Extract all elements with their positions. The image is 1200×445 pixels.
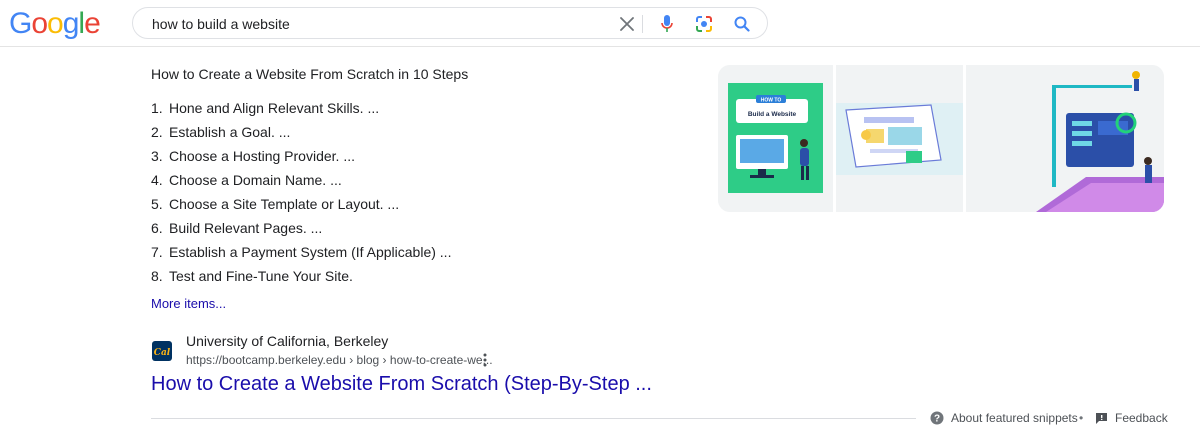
- result-site-name[interactable]: University of California, Berkeley: [186, 333, 388, 349]
- step-number: 5.: [151, 196, 163, 212]
- step-number: 7.: [151, 244, 163, 260]
- search-box[interactable]: how to build a website: [132, 7, 768, 39]
- search-divider: [642, 15, 643, 33]
- result-title-link[interactable]: How to Create a Website From Scratch (St…: [151, 373, 652, 396]
- step-text: Choose a Domain Name. ...: [169, 172, 342, 188]
- image-thumbnail-wireframe[interactable]: [836, 65, 963, 212]
- feedback-link[interactable]: Feedback: [1095, 411, 1168, 425]
- search-header: Google how to build a website: [0, 0, 1200, 47]
- search-icon[interactable]: [732, 14, 752, 34]
- mic-icon[interactable]: [657, 14, 677, 34]
- google-lens-icon[interactable]: [694, 14, 714, 34]
- about-featured-snippets-link[interactable]: ? About featured snippets: [930, 411, 1078, 425]
- step-number: 4.: [151, 172, 163, 188]
- snippet-images: HOW TO Build a Website: [718, 65, 1164, 212]
- image-caption: Build a Website: [748, 111, 797, 118]
- search-input[interactable]: how to build a website: [152, 16, 290, 32]
- more-items-link[interactable]: More items...: [151, 296, 226, 311]
- google-logo[interactable]: Google: [9, 7, 101, 40]
- step-number: 8.: [151, 268, 163, 284]
- list-item: 6. Build Relevant Pages. ...: [151, 216, 451, 240]
- list-item: 4. Choose a Domain Name. ...: [151, 168, 451, 192]
- list-item: 1. Hone and Align Relevant Skills. ...: [151, 96, 451, 120]
- help-icon: ?: [930, 411, 944, 425]
- feedback-label: Feedback: [1115, 411, 1168, 425]
- step-text: Choose a Hosting Provider. ...: [169, 148, 355, 164]
- step-number: 6.: [151, 220, 163, 236]
- steps-list: 1. Hone and Align Relevant Skills. ... 2.…: [151, 96, 451, 288]
- logo-letter: o: [31, 7, 48, 40]
- feedback-icon: [1096, 412, 1107, 424]
- step-text: Choose a Site Template or Layout. ...: [169, 196, 400, 212]
- step-text: Establish a Goal. ...: [169, 124, 291, 140]
- snippet-title: How to Create a Website From Scratch in …: [151, 66, 469, 82]
- step-number: 2.: [151, 124, 163, 140]
- image-thumbnail-how-to[interactable]: HOW TO Build a Website: [718, 65, 833, 212]
- list-item: 3. Choose a Hosting Provider. ...: [151, 144, 451, 168]
- logo-letter: G: [9, 7, 32, 40]
- step-text: Establish a Payment System (If Applicabl…: [169, 244, 452, 260]
- logo-letter: e: [84, 7, 101, 40]
- svg-text:?: ?: [934, 414, 940, 425]
- list-item: 7. Establish a Payment System (If Applica…: [151, 240, 451, 264]
- list-item: 2. Establish a Goal. ...: [151, 120, 451, 144]
- step-text: Test and Fine-Tune Your Site.: [169, 268, 353, 284]
- step-number: 3.: [151, 148, 163, 164]
- step-number: 1.: [151, 100, 163, 116]
- image-thumbnail-crane[interactable]: [966, 65, 1164, 212]
- favicon-text: Cal: [154, 348, 171, 358]
- list-item: 5. Choose a Site Template or Layout. ...: [151, 192, 451, 216]
- about-label: About featured snippets: [951, 411, 1078, 425]
- step-text: Build Relevant Pages. ...: [169, 220, 323, 236]
- close-icon[interactable]: [617, 14, 637, 34]
- list-item: 8. Test and Fine-Tune Your Site.: [151, 264, 451, 288]
- footer-divider: [151, 418, 916, 419]
- footer-separator: •: [1079, 411, 1084, 425]
- berkeley-favicon[interactable]: Cal: [152, 341, 172, 361]
- logo-letter: g: [62, 7, 80, 40]
- result-url[interactable]: https://bootcamp.berkeley.edu › blog › h…: [186, 353, 493, 367]
- step-text: Hone and Align Relevant Skills. ...: [169, 100, 380, 116]
- logo-letter: o: [47, 7, 64, 40]
- image-badge: HOW TO: [761, 98, 782, 104]
- more-options-icon[interactable]: [480, 351, 490, 369]
